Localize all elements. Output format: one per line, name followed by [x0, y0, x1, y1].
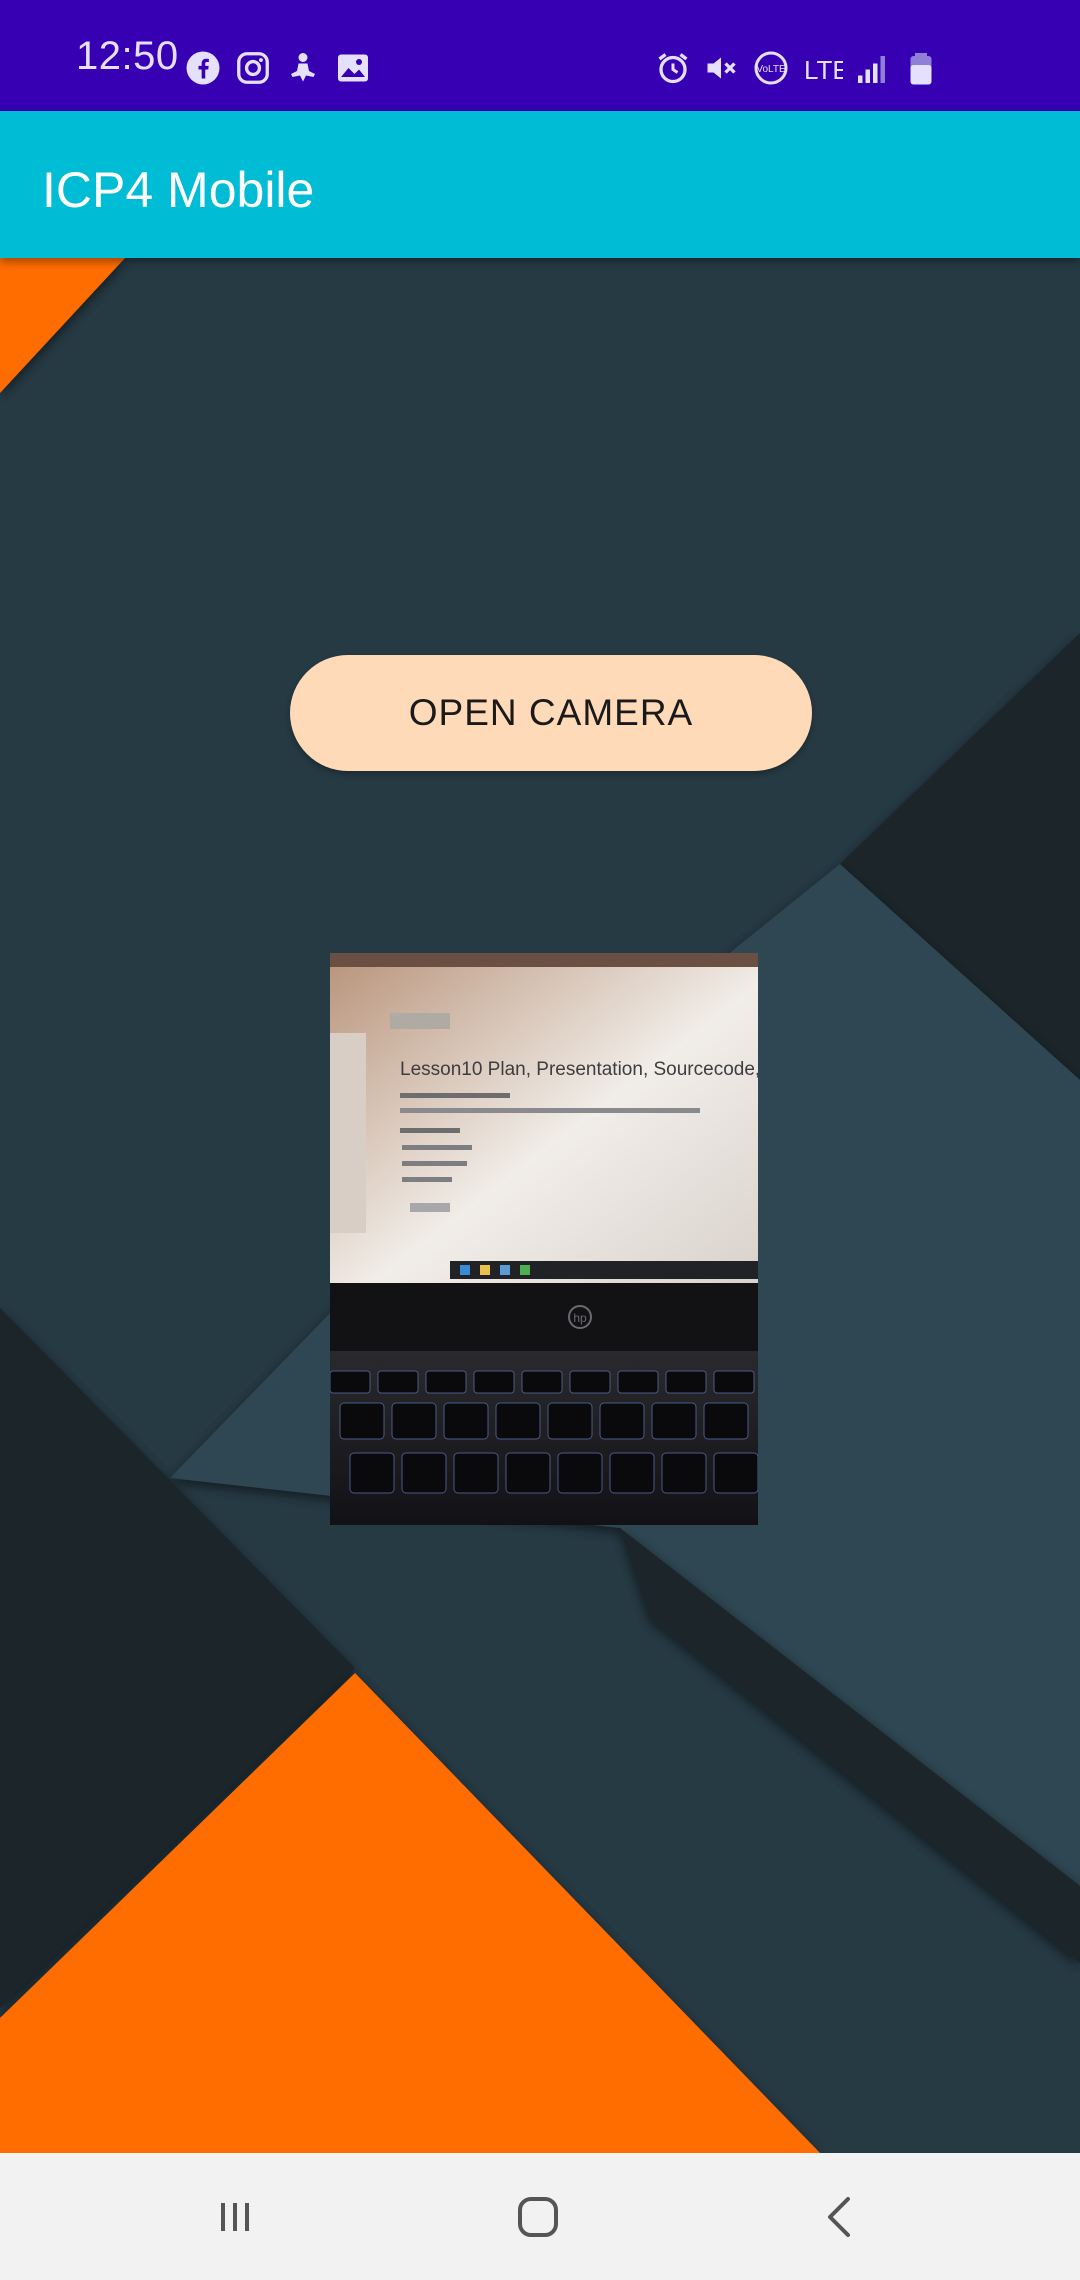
back-icon: [828, 2197, 850, 2237]
captured-photo: Lesson10 Plan, Presentation, Sourcecode,…: [330, 953, 758, 1525]
back-button[interactable]: [800, 2181, 880, 2253]
navigation-bar: [0, 2153, 1080, 2280]
volte-label: VoLTE: [756, 64, 786, 75]
app-title: ICP4 Mobile: [42, 162, 315, 218]
notification-icons: [185, 50, 371, 86]
facebook-icon: [186, 51, 220, 85]
lte-label: LTE: [804, 55, 843, 85]
recents-button[interactable]: [195, 2181, 275, 2253]
volte-icon: VoLTE: [754, 51, 788, 85]
battery-icon: [910, 53, 932, 85]
status-time: 12:50: [76, 34, 179, 78]
mute-icon: [707, 57, 736, 79]
recents-icon: [221, 2203, 249, 2231]
instagram-icon: [237, 52, 269, 84]
game-icon: [291, 53, 315, 82]
alarm-icon: [658, 53, 688, 84]
open-camera-button[interactable]: OPEN CAMERA: [290, 655, 812, 771]
home-button[interactable]: [498, 2181, 578, 2253]
lte-icon: LTE: [804, 55, 843, 85]
image-icon: [338, 54, 368, 82]
photo-brand: hp: [573, 1311, 587, 1325]
home-icon: [518, 2197, 558, 2237]
main-content: OPEN CAMERA Lesson10 Plan, Presentation,…: [0, 258, 1080, 2153]
system-icons: VoLTE LTE: [655, 50, 939, 86]
app-bar: ICP4 Mobile: [0, 111, 1080, 258]
signal-icon: [858, 56, 885, 83]
photo-heading: Lesson10 Plan, Presentation, Sourcecode,…: [400, 1059, 758, 1080]
status-bar: 12:50 VoLTE LTE: [0, 0, 1080, 111]
